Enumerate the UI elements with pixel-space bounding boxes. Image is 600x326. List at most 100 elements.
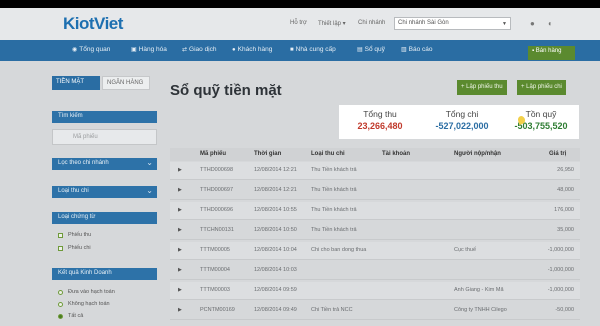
col-time[interactable]: Thời gian [254,151,281,157]
expand-arrow-icon[interactable]: ▶ [178,287,182,293]
not-accounted-radio[interactable] [58,302,63,307]
accounted-radio[interactable] [58,290,63,295]
page-title: Sổ quỹ tiền mặt [170,82,282,99]
col-value[interactable]: Giá trị [549,151,566,157]
nav-item-suppliers[interactable]: ■ Nhà cung cấp [290,46,336,53]
type-filter-label: Loại thu chi [58,188,89,194]
box-icon: ▣ [131,47,137,53]
table-cell: Thu Tiền khách trả [311,167,357,173]
chevron-down-icon: ⌄ [146,186,153,195]
cash-summary: Tổng thu 23,266,480 Tổng chi -527,022,00… [339,105,579,139]
help-link[interactable]: Hỗ trợ [290,20,307,26]
sell-button[interactable]: ▪ Bán hàng [528,46,575,60]
create-payment-button[interactable]: + Lập phiếu chi [517,80,566,95]
not-accounted-option-label: Không hạch toán [68,301,110,307]
payment-checkbox[interactable] [58,246,63,251]
table-cell: TTTM00005 [200,247,230,253]
table-row[interactable]: ▶ PCNTM00169 12/08/2014 09:49 Chi Tiền trả … [170,302,580,320]
table-cell: TTHD000698 [200,167,234,173]
table-cell: 12/08/2014 10:55 [254,207,297,213]
nav-label: Khách hàng [237,46,273,53]
expand-arrow-icon[interactable]: ▶ [178,267,182,273]
logout-icon[interactable]: ◐ [548,19,553,28]
tab-bank[interactable]: NGÂN HÀNG [102,76,150,90]
balance-label: Tồn quỹ [525,109,557,119]
col-account[interactable]: Tài khoản [382,151,410,157]
chevron-down-icon: ⌄ [146,158,153,167]
balance: Tồn quỹ -503,755,520 [506,109,576,131]
type-filter-header[interactable]: Loại thu chi ⌄ [52,186,157,198]
nav-item-reports[interactable]: ▥ Báo cáo [401,46,433,53]
expand-arrow-icon[interactable]: ▶ [178,247,182,253]
table-cell: 12/08/2014 10:04 [254,247,297,253]
table-cell: 12/08/2014 10:03 [254,267,297,273]
branch-filter-header[interactable]: Lọc theo chi nhánh ⌄ [52,158,157,170]
nav-item-overview[interactable]: ◉ Tổng quan [72,46,110,53]
branch-select[interactable]: Chi nhánh Sài Gòn ▼ [394,17,511,30]
table-cell: Anh Giang - Kim Mã [454,287,504,293]
balance-value: -503,755,520 [514,121,568,131]
table-row[interactable]: ▶ TTHD000698 12/08/2014 12:21 Thu Tiền khác… [170,162,580,180]
table-row[interactable]: ▶ TTHD000696 12/08/2014 10:55 Thu Tiền khác… [170,202,580,220]
table-cell: TTHD000696 [200,207,234,213]
total-out: Tổng chi -527,022,000 [427,109,497,131]
create-receipt-button[interactable]: + Lập phiếu thu [457,80,507,95]
accounted-option-label: Đưa vào hạch toán [68,289,115,295]
book-icon: ▤ [357,47,363,53]
branch-value: Chi nhánh Sài Gòn [398,20,449,26]
nav-label: Báo cáo [408,46,433,53]
table-row[interactable]: ▶ TTTM00004 12/08/2014 10:03 -1,000,000 [170,262,580,280]
expand-arrow-icon[interactable]: ▶ [178,307,182,313]
table-cell: Thu Tiền khách trả [311,227,357,233]
expand-arrow-icon[interactable]: ▶ [178,207,182,213]
col-type[interactable]: Loại thu chi [311,151,345,157]
table-cell: Chi Tiền trả NCC [311,307,353,313]
receipt-option-label: Phiếu thu [68,232,92,238]
table-cell: Thu Tiền khách trả [311,207,357,213]
table-row[interactable]: ▶ TTCHN00131 12/08/2014 10:50 Thu Tiền khác… [170,222,580,240]
payment-option-label: Phiếu chi [68,245,91,251]
table-row[interactable]: ▶ TTTM00003 12/08/2014 09:59 Anh Giang - Ki… [170,282,580,300]
table-cell: -1,000,000 [547,247,574,253]
nav-label: Nhà cung cấp [295,46,336,53]
table-row[interactable]: ▶ TTHD000697 12/08/2014 12:21 Thu Tiền khác… [170,182,580,200]
user-icon[interactable]: ● [530,19,535,28]
nav-item-transactions[interactable]: ⇄ Giao dịch [182,46,217,53]
nav-label: Sổ quỹ [364,46,385,53]
all-radio[interactable] [58,314,63,319]
table-cell: TTHD000697 [200,187,234,193]
nav-label: Hàng hóa [138,46,167,53]
table-row[interactable]: ▶ TTTM00005 12/08/2014 10:04 Chi cho ban do… [170,242,580,260]
table-cell: 12/08/2014 09:59 [254,287,297,293]
table-cell: -1,000,000 [547,267,574,273]
expand-arrow-icon[interactable]: ▶ [178,227,182,233]
total-out-value: -527,022,000 [435,121,489,131]
expand-arrow-icon[interactable]: ▶ [178,167,182,173]
receipt-checkbox[interactable] [58,233,63,238]
table-cell: Thu Tiền khách trả [311,187,357,193]
nav-label: Giao dịch [189,46,217,53]
exchange-icon: ⇄ [182,47,188,53]
table-cell: Cục thuế [454,247,477,253]
nav-item-cashbook[interactable]: ▤ Sổ quỹ [357,46,385,53]
nav-item-products[interactable]: ▣ Hàng hóa [131,46,167,53]
nav-label: Tổng quan [79,46,111,53]
sell-label: Bán hàng [535,48,562,54]
table-cell: 35,000 [557,227,574,233]
expand-arrow-icon[interactable]: ▶ [178,187,182,193]
table-cell: -1,000,000 [547,287,574,293]
settings-menu[interactable]: Thiết lập ▾ [318,20,346,27]
col-voucher-code[interactable]: Mã phiếu [200,151,226,157]
tab-cash[interactable]: TIỀN MẶT [52,76,100,90]
col-payer[interactable]: Người nộp/nhận [454,151,501,157]
table-cell: 176,000 [554,207,574,213]
table-header: Mã phiếu Thời gian Loại thu chi Tài khoả… [170,148,580,161]
eye-icon: ◉ [72,47,78,53]
voucher-search-input[interactable]: Mã phiếu [52,129,157,145]
total-in: Tổng thu 23,266,480 [345,109,415,131]
nav-item-customers[interactable]: ● Khách hàng [232,46,272,53]
total-in-value: 23,266,480 [357,121,403,131]
branch-label: Chi nhánh [358,20,386,26]
table-cell: Chi cho ban dong thua [311,247,367,253]
app-window: KiotViet Hỗ trợ Thiết lập ▾ Chi nhánh Ch… [0,8,600,326]
